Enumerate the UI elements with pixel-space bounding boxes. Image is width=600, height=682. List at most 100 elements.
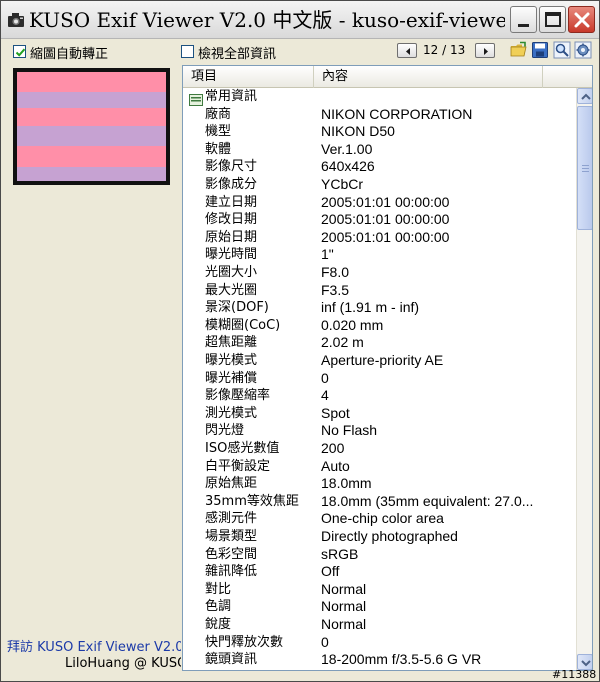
- row-value: YCbCr: [321, 176, 364, 192]
- table-row[interactable]: 雜訊降低 Off: [183, 563, 576, 581]
- table-row[interactable]: 鏡頭資訊 18-200mm f/3.5-5.6 G VR: [183, 651, 576, 669]
- auto-rotate-label: 縮圖自動轉正: [30, 47, 109, 62]
- row-value: 0.020 mm: [321, 316, 384, 333]
- row-value: 1": [321, 246, 334, 263]
- row-item-label: 建立日期: [205, 194, 258, 210]
- table-row[interactable]: 色調 Normal: [183, 598, 576, 616]
- table-row[interactable]: 影像尺寸 640x426: [183, 158, 576, 176]
- table-row[interactable]: 軟體 Ver.1.00: [183, 141, 576, 159]
- row-value: Normal: [321, 598, 367, 615]
- thumbnail-preview: [13, 68, 170, 185]
- table-row[interactable]: 35mm等效焦距 18.0mm (35mm equivalent: 27.0...: [183, 493, 576, 511]
- table-row[interactable]: 對比 Normal: [183, 581, 576, 599]
- visit-link[interactable]: 拜訪 KUSO Exif Viewer V2.0: [7, 636, 181, 655]
- minimize-button[interactable]: [510, 6, 537, 33]
- column-header-content[interactable]: 內容: [314, 66, 543, 88]
- search-icon: [553, 41, 571, 59]
- table-row[interactable]: 機型 NIKON D50: [183, 123, 576, 141]
- table-row[interactable]: 場景類型 Directly photographed: [183, 528, 576, 546]
- row-item-label: 色調: [205, 599, 232, 615]
- table-row[interactable]: 銳度 Normal: [183, 616, 576, 634]
- row-item-label: 影像尺寸: [205, 159, 258, 175]
- prev-arrow-icon: [406, 48, 410, 55]
- row-item-label: 影像壓縮率: [205, 388, 271, 404]
- search-button[interactable]: [553, 41, 571, 59]
- save-icon: [532, 42, 548, 58]
- table-row[interactable]: 超焦距離 2.02 m: [183, 334, 576, 352]
- row-value: 640x426: [321, 158, 375, 175]
- save-button[interactable]: [531, 41, 549, 59]
- table-row[interactable]: 最大光圈 F3.5: [183, 282, 576, 300]
- row-item-label: 閃光燈: [205, 423, 245, 439]
- row-item-label: ISO感光數值: [205, 441, 280, 456]
- row-value: Aperture-priority AE: [321, 352, 444, 368]
- table-row[interactable]: 感測元件 One-chip color area: [183, 510, 576, 528]
- app-window: KUSO Exif Viewer V2.0 中文版 - kuso-exif-vi…: [0, 0, 600, 682]
- group-row[interactable]: 常用資訊: [183, 88, 576, 106]
- page-indicator: 12 / 13: [423, 43, 466, 57]
- vertical-scrollbar[interactable]: [576, 88, 592, 670]
- row-value: One-chip color area: [321, 510, 444, 527]
- table-body: 常用資訊 廠商 NIKON CORPORATION 機型 NIKON D50 軟體 Ver…: [183, 88, 576, 670]
- row-item-label: 測光模式: [205, 405, 258, 421]
- row-value: 2005:01:01 00:00:00: [321, 228, 450, 245]
- table-row[interactable]: 曝光時間 1": [183, 246, 576, 264]
- scrollbar-thumb[interactable]: [577, 106, 592, 230]
- row-value: Ver.1.00: [321, 140, 373, 157]
- row-item-label: 白平衡設定: [205, 458, 271, 474]
- row-value: 18.0mm (35mm equivalent: 27.0...: [321, 492, 534, 509]
- row-item-label: 雜訊降低: [205, 564, 258, 580]
- open-folder-button[interactable]: [510, 41, 528, 59]
- scroll-up-button[interactable]: [577, 88, 592, 104]
- close-icon: [574, 12, 590, 28]
- row-item-label: 鏡頭資訊: [205, 652, 258, 668]
- auto-rotate-checkbox[interactable]: [13, 45, 26, 58]
- table-row[interactable]: 建立日期 2005:01:01 00:00:00: [183, 194, 576, 212]
- table-row[interactable]: 閃光燈 No Flash: [183, 422, 576, 440]
- row-item-label: 快門釋放次數: [205, 634, 284, 650]
- row-value: F3.5: [321, 281, 350, 298]
- prev-button[interactable]: [397, 43, 417, 58]
- table-row[interactable]: 修改日期 2005:01:01 00:00:00: [183, 211, 576, 229]
- thumbnail-image: [17, 72, 166, 181]
- table-row[interactable]: 色彩空間 sRGB: [183, 546, 576, 564]
- table-row[interactable]: 曝光補償 0: [183, 370, 576, 388]
- maximize-icon: [545, 12, 561, 27]
- table-row[interactable]: 光圈大小 F8.0: [183, 264, 576, 282]
- close-button[interactable]: [568, 6, 595, 33]
- checkmark-icon: [15, 48, 26, 57]
- table-row[interactable]: 原始焦距 18.0mm: [183, 475, 576, 493]
- column-header-item[interactable]: 項目: [183, 66, 314, 88]
- exif-table[interactable]: 項目 內容 常用資訊 廠商 NIKON CORPORATION 機型 NIKON D5…: [182, 65, 593, 671]
- table-row[interactable]: ISO感光數值 200: [183, 440, 576, 458]
- settings-button[interactable]: [574, 41, 592, 59]
- row-item-label: 最大光圈: [205, 282, 258, 298]
- next-button[interactable]: [475, 43, 495, 58]
- table-row[interactable]: 影像壓縮率 4: [183, 387, 576, 405]
- table-row[interactable]: 測光模式 Spot: [183, 405, 576, 423]
- row-value: Normal: [321, 616, 367, 632]
- table-row[interactable]: 廠商 NIKON CORPORATION: [183, 106, 576, 124]
- row-value: Normal: [321, 580, 367, 597]
- table-row[interactable]: 快門釋放次數 0: [183, 634, 576, 652]
- row-item-label: 景深(DOF): [205, 300, 269, 316]
- row-value: 4: [321, 387, 329, 404]
- show-all-checkbox[interactable]: [181, 45, 194, 58]
- title-bar[interactable]: KUSO Exif Viewer V2.0 中文版 - kuso-exif-vi…: [1, 1, 599, 39]
- maximize-button[interactable]: [539, 6, 566, 33]
- row-value: 2005:01:01 00:00:00: [321, 193, 450, 210]
- row-item-label: 原始日期: [205, 229, 258, 245]
- row-value: 18.0mm: [321, 475, 372, 492]
- table-row[interactable]: 原始日期 2005:01:01 00:00:00: [183, 229, 576, 247]
- row-item-label: 修改日期: [205, 212, 258, 228]
- table-row[interactable]: 模糊圈(CoC) 0.020 mm: [183, 317, 576, 335]
- group-label: 常用資訊: [205, 89, 258, 104]
- open-folder-icon: [510, 41, 527, 57]
- table-row[interactable]: 曝光模式 Aperture-priority AE: [183, 352, 576, 370]
- row-item-label: 廠商: [205, 106, 232, 122]
- table-row[interactable]: 白平衡設定 Auto: [183, 458, 576, 476]
- table-row[interactable]: 景深(DOF) inf (1.91 m - inf): [183, 299, 576, 317]
- scroll-up-icon: [581, 93, 591, 100]
- row-value: 18-200mm f/3.5-5.6 G VR: [321, 651, 482, 668]
- table-row[interactable]: 影像成分 YCbCr: [183, 176, 576, 194]
